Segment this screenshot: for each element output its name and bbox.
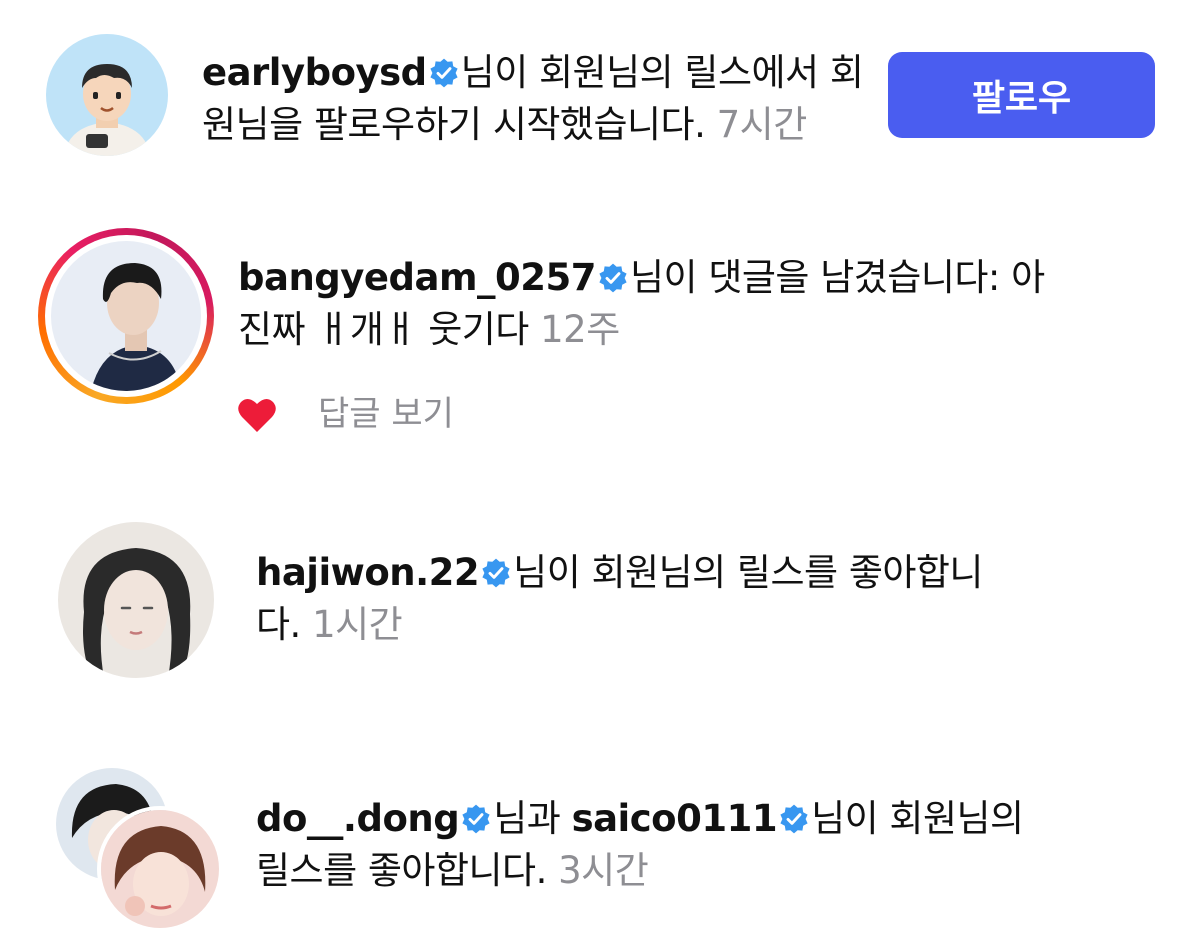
notification-text: do__.dong 님과 saico0111 님이 회원님의 릴스를 좋아합니다. … [256, 793, 1024, 897]
notification-item[interactable]: do__.dong 님과 saico0111 님이 회원님의 릴스를 좋아합니다. … [0, 750, 1200, 949]
verified-badge-icon [460, 803, 492, 835]
comment-text: 진짜 ㅐ개ㅐ 웃기다 [238, 308, 529, 351]
username-link[interactable]: hajiwon.22 [256, 551, 480, 594]
username-link[interactable]: bangyedam_0257 [238, 256, 596, 299]
timestamp: 12주 [540, 308, 620, 351]
notification-message: 님이 회원님의 릴스에서 회 [460, 51, 864, 94]
notification-text: hajiwon.22 님이 회원님의 릴스를 좋아합니 다. 1시간 [256, 547, 983, 651]
verified-badge-icon [597, 262, 629, 294]
notification-message: 원님을 팔로우하기 시작했습니다. [202, 103, 706, 146]
avatar[interactable] [58, 522, 214, 678]
notification-message: 릴스를 좋아합니다. [256, 849, 547, 892]
notification-item[interactable]: bangyedam_0257 님이 댓글을 남겼습니다: 아 진짜 ㅐ개ㅐ 웃기다… [0, 190, 1200, 480]
timestamp: 1시간 [312, 603, 403, 646]
notification-item[interactable]: earlyboysd 님이 회원님의 릴스에서 회 원님을 팔로우하기 시작했습니… [0, 0, 1200, 190]
avatar[interactable] [46, 34, 168, 156]
view-replies-link[interactable]: 답글 보기 [318, 390, 454, 438]
profile-photo-icon [51, 241, 201, 391]
notification-message: 다. [256, 603, 301, 646]
follow-button[interactable]: 팔로우 [888, 52, 1155, 138]
avatar-front[interactable] [97, 806, 223, 932]
notification-message: 님이 회원님의 릴스를 좋아합니 [513, 551, 983, 594]
timestamp: 7시간 [716, 103, 808, 146]
notification-message: 님이 회원님의 [811, 797, 1024, 840]
profile-photo-icon [58, 522, 214, 678]
verified-badge-icon [778, 803, 810, 835]
heart-icon[interactable] [237, 396, 277, 434]
verified-badge-icon [428, 57, 460, 89]
story-ring[interactable] [38, 228, 214, 404]
username-link[interactable]: saico0111 [572, 797, 778, 840]
notification-text: earlyboysd 님이 회원님의 릴스에서 회 원님을 팔로우하기 시작했습니… [202, 47, 864, 151]
profile-photo-icon [101, 810, 219, 928]
username-link[interactable]: earlyboysd [202, 51, 427, 94]
notification-message: 님이 댓글을 남겼습니다: 아 [629, 256, 1045, 299]
timestamp: 3시간 [558, 849, 649, 892]
notification-item[interactable]: hajiwon.22 님이 회원님의 릴스를 좋아합니 다. 1시간 [0, 500, 1200, 700]
notification-message: 님과 [493, 797, 561, 840]
cartoon-boy-avatar-icon [46, 34, 168, 156]
username-link[interactable]: do__.dong [256, 797, 460, 840]
verified-badge-icon [480, 557, 512, 589]
notification-text: bangyedam_0257 님이 댓글을 남겼습니다: 아 진짜 ㅐ개ㅐ 웃기다… [238, 252, 1045, 356]
avatar[interactable] [51, 241, 201, 391]
